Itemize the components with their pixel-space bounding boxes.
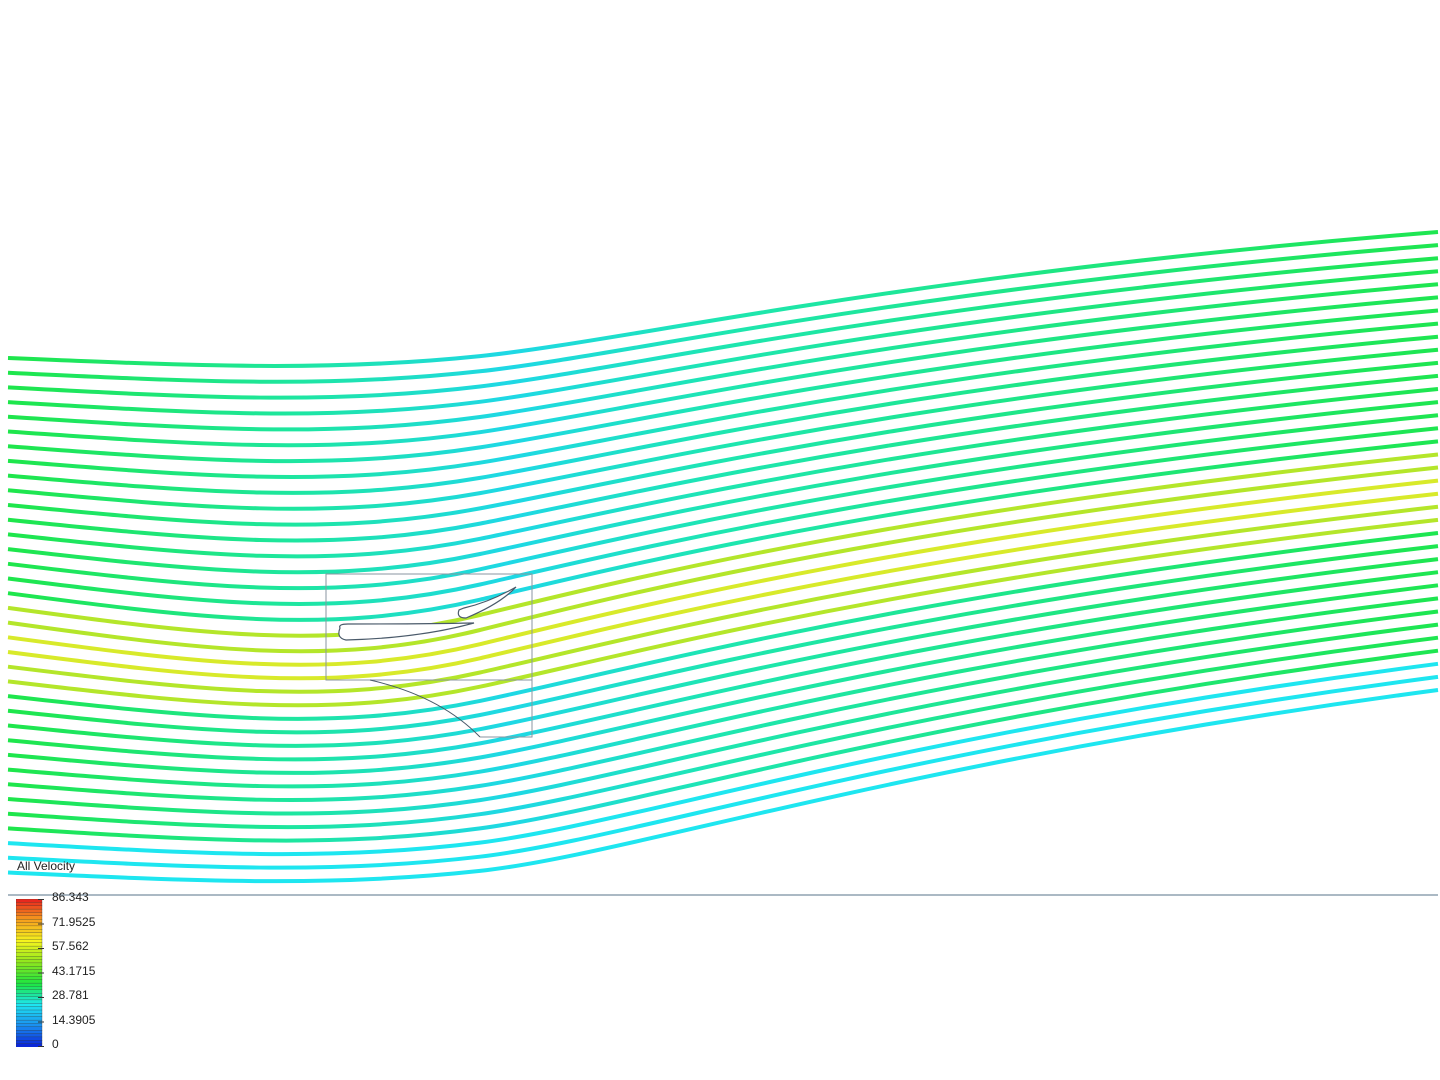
- legend-band: [16, 912, 43, 917]
- legend-band: [16, 949, 43, 954]
- legend-band: [16, 942, 43, 947]
- legend-band: [16, 1030, 43, 1034]
- legend-tick-label: 43.1715: [52, 963, 96, 978]
- legend-band: [16, 1026, 43, 1031]
- legend-band: [16, 1033, 43, 1038]
- legend-band: [16, 989, 43, 994]
- legend-band: [16, 1023, 43, 1028]
- legend-band: [16, 1006, 43, 1011]
- legend-band: [16, 939, 43, 944]
- legend-band: [16, 952, 43, 957]
- legend-band: [16, 915, 43, 920]
- legend-band: [16, 972, 43, 977]
- legend-band: [16, 1003, 43, 1008]
- legend-band: [16, 908, 43, 913]
- legend-tick-label: 71.9525: [52, 914, 96, 929]
- legend-tick-label: 28.781: [52, 988, 89, 1002]
- legend-band: [16, 999, 43, 1004]
- legend-band: [16, 932, 43, 937]
- legend-band: [16, 986, 43, 991]
- legend-band: [16, 945, 43, 950]
- legend-tick-label: 57.562: [52, 939, 89, 953]
- legend-band: [16, 919, 43, 923]
- simulation-viewport[interactable]: [0, 0, 1440, 1080]
- legend-tick-label: 86.343: [52, 890, 89, 904]
- legend-band: [16, 1040, 43, 1045]
- legend-band: [16, 929, 43, 934]
- legend-band: [16, 976, 43, 981]
- legend-band: [16, 956, 43, 960]
- legend-band: [16, 966, 43, 971]
- legend-title: All Velocity: [17, 859, 76, 873]
- legend-band: [16, 959, 43, 964]
- color-legend: [16, 899, 44, 1047]
- legend-tick-label: 0: [52, 1037, 59, 1051]
- legend-band: [16, 982, 43, 987]
- legend-tick-label: 14.3905: [52, 1012, 96, 1027]
- legend-band: [16, 1013, 43, 1018]
- legend-band: [16, 935, 43, 940]
- legend-band: [16, 1016, 43, 1021]
- legend-band: [16, 962, 43, 967]
- streamline: [7, 269, 1439, 416]
- legend-band: [16, 1009, 43, 1014]
- legend-band: [16, 993, 43, 997]
- legend-band: [16, 925, 43, 930]
- legend-band: [16, 979, 43, 984]
- streamlines: [7, 230, 1439, 884]
- legend-band: [16, 1036, 43, 1041]
- legend-band: [16, 905, 43, 910]
- legend-band: [16, 902, 43, 907]
